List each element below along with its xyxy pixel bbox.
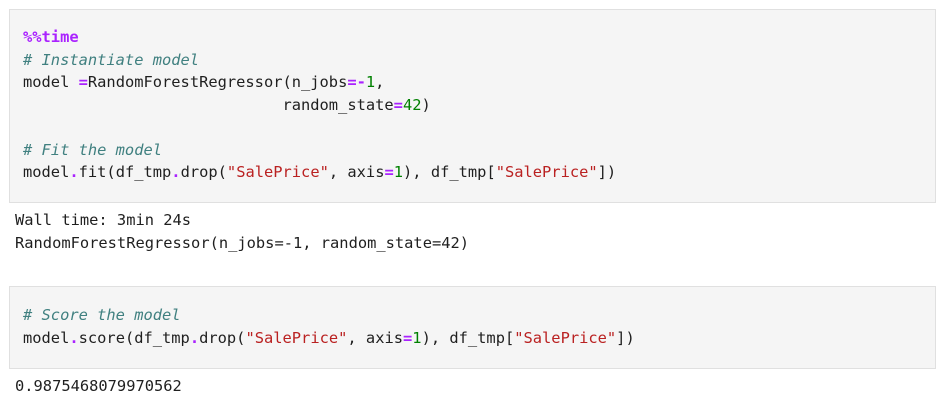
- code-token: score(df_tmp: [78, 328, 190, 347]
- code-cell-score[interactable]: # Score the model model.score(df_tmp.drop…: [9, 286, 936, 369]
- code-number: 1: [393, 163, 404, 181]
- code-string: "SalePrice": [514, 328, 617, 347]
- code-operator: .: [69, 163, 79, 181]
- output-line-model-repr: RandomForestRegressor(n_jobs=-1, random_…: [15, 233, 470, 252]
- magic-command: %%time: [23, 28, 79, 46]
- code-token: ]): [616, 328, 635, 347]
- code-token: model: [23, 328, 70, 347]
- code-line-instantiate: model =RandomForestRegressor(n_jobs=-1,: [23, 71, 616, 94]
- code-string: "SalePrice": [226, 163, 329, 181]
- code-token: model: [23, 73, 79, 91]
- code-line-comment: # Instantiate model: [23, 49, 616, 72]
- code-number: 1: [365, 73, 376, 91]
- cell-output-score: 0.9875468079970562: [15, 375, 182, 398]
- code-number: 42: [402, 95, 422, 114]
- code-token: fit(df_tmp: [78, 163, 172, 181]
- code-token: ]): [597, 163, 617, 181]
- code-token: ), df_tmp[: [403, 163, 496, 181]
- code-line-magic: %%time: [23, 26, 616, 49]
- code-token: RandomForestRegressor(n_jobs: [87, 73, 348, 91]
- code-token: model: [23, 163, 70, 181]
- code-operator: =-: [347, 73, 366, 91]
- cell-output-fit: Wall time: 3min 24s RandomForestRegressor…: [15, 209, 469, 254]
- code-token: drop(: [199, 328, 246, 347]
- code-string: "SalePrice": [495, 163, 598, 181]
- code-operator: =: [384, 163, 394, 181]
- code-operator: .: [171, 163, 181, 181]
- code-token: ), df_tmp[: [421, 328, 515, 347]
- code-string: "SalePrice": [245, 328, 348, 347]
- code-line-comment: # Fit the model: [23, 139, 616, 162]
- code-line-comment: # Score the model: [23, 304, 635, 327]
- code-token: ): [421, 95, 431, 114]
- code-operator: .: [189, 328, 200, 347]
- code-token: , axis: [347, 328, 403, 347]
- code-editor[interactable]: # Score the model model.score(df_tmp.drop…: [23, 304, 635, 349]
- code-operator: .: [69, 328, 79, 347]
- code-operator: =: [403, 328, 413, 347]
- code-line-random-state: random_state=42): [23, 94, 616, 117]
- code-operator: =: [78, 73, 88, 91]
- code-comment: # Instantiate model: [23, 50, 200, 69]
- code-token: random_state: [282, 95, 394, 114]
- code-operator: =: [393, 95, 403, 114]
- code-line-fit: model.fit(df_tmp.drop("SalePrice", axis=…: [23, 161, 616, 184]
- code-comment: # Score the model: [23, 306, 181, 324]
- code-comment: # Fit the model: [23, 140, 162, 159]
- code-token: ,: [375, 73, 385, 91]
- code-token: drop(: [180, 163, 227, 181]
- code-editor[interactable]: %%time # Instantiate model model =RandomFo…: [23, 26, 616, 184]
- output-line-score-value: 0.9875468079970562: [15, 377, 182, 395]
- code-line-score: model.score(df_tmp.drop("SalePrice", axi…: [23, 327, 635, 350]
- output-line-wall-time: Wall time: 3min 24s: [15, 211, 192, 229]
- code-token: , axis: [328, 163, 385, 181]
- code-cell-fit[interactable]: %%time # Instantiate model model =RandomFo…: [9, 9, 936, 203]
- code-number: 1: [412, 328, 422, 347]
